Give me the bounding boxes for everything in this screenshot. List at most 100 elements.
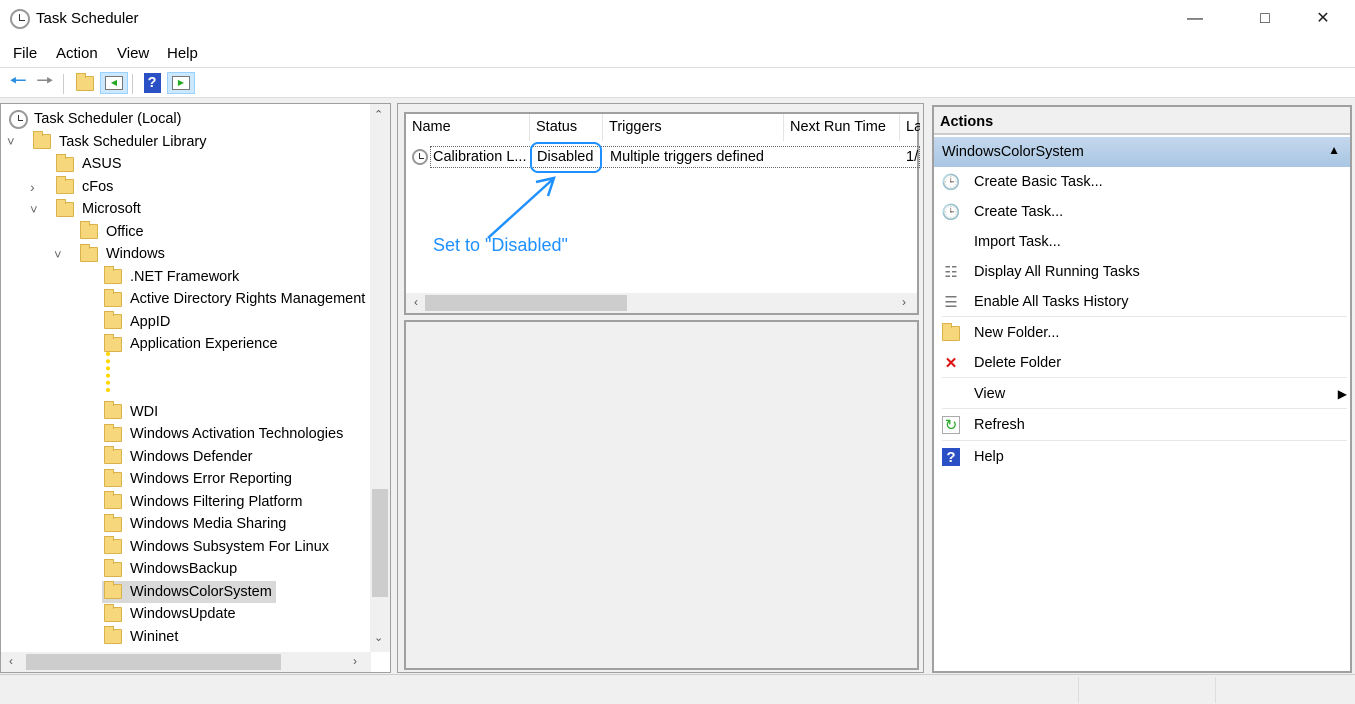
tree-gap bbox=[102, 351, 110, 392]
task-list-scroll-thumb[interactable] bbox=[425, 295, 627, 311]
action-import-task[interactable]: Import Task... bbox=[942, 227, 1347, 257]
tree-item[interactable]: ASUS bbox=[54, 153, 126, 175]
tree-vertical-scroll-thumb[interactable] bbox=[372, 489, 388, 597]
action-create-task[interactable]: 🕒 Create Task... bbox=[942, 197, 1347, 227]
history-icon: ☰ bbox=[944, 294, 958, 311]
tree-item[interactable]: Windows Media Sharing bbox=[102, 513, 290, 535]
action-label: Help bbox=[974, 449, 1004, 465]
actions-list: 🕒 Create Basic Task... 🕒 Create Task... Impo… bbox=[934, 167, 1350, 667]
new-folder-icon bbox=[942, 322, 960, 342]
divider bbox=[942, 316, 1347, 317]
tree-vertical-scrollbar[interactable]: ⌃ ⌄ bbox=[370, 104, 390, 652]
menu-action[interactable]: Action bbox=[56, 45, 98, 62]
tree-item[interactable]: WindowsBackup bbox=[102, 558, 241, 580]
column-header-last-run[interactable]: La bbox=[900, 114, 920, 141]
blank-icon bbox=[942, 233, 960, 251]
create-task-icon: 🕒 bbox=[941, 204, 961, 221]
menu-view[interactable]: View bbox=[117, 45, 149, 62]
collapse-triangle-icon[interactable]: ▲ bbox=[1328, 143, 1340, 157]
help-icon: ? bbox=[942, 448, 960, 466]
tree-item[interactable]: .NET Framework bbox=[102, 266, 243, 288]
tree-item-label: Windows Error Reporting bbox=[130, 471, 292, 487]
tree-item[interactable]: Wininet bbox=[102, 626, 182, 648]
submenu-arrow-icon: ▶ bbox=[1337, 387, 1347, 401]
task-list-horizontal-scrollbar[interactable]: ‹ › bbox=[406, 293, 917, 313]
tree-item-label: .NET Framework bbox=[130, 268, 240, 285]
tree-item-label: Office bbox=[106, 223, 144, 240]
action-label: New Folder... bbox=[974, 325, 1060, 341]
tree-item-label: AppID bbox=[130, 313, 171, 330]
up-folder-icon[interactable] bbox=[73, 72, 97, 94]
annotation-arrow-icon bbox=[487, 176, 556, 239]
show-hide-action-pane-icon[interactable]: ▶ bbox=[167, 72, 195, 94]
minimize-button[interactable]: — bbox=[1172, 0, 1218, 38]
tree-item[interactable]: Windows Subsystem For Linux bbox=[102, 536, 333, 558]
expand-open-chevron-icon[interactable]: ˅ bbox=[7, 134, 15, 149]
folder-icon bbox=[104, 311, 122, 329]
task-clock-icon bbox=[412, 149, 428, 165]
expand-closed-chevron-icon[interactable]: › bbox=[30, 179, 35, 195]
forward-arrow-icon[interactable]: 🠖 bbox=[33, 70, 57, 94]
action-refresh[interactable]: ↻ Refresh bbox=[942, 410, 1347, 440]
tree-item[interactable]: Active Directory Rights Management bbox=[102, 288, 369, 310]
tree-item[interactable]: WindowsUpdate bbox=[102, 603, 240, 625]
tree-item[interactable]: Task Scheduler (Local) bbox=[7, 108, 186, 130]
tree-item[interactable]: Windows Filtering Platform bbox=[102, 491, 306, 513]
tree-item[interactable]: Windows Defender bbox=[102, 446, 257, 468]
folder-icon bbox=[104, 491, 122, 509]
folder-icon bbox=[80, 243, 98, 262]
column-header-name[interactable]: Name bbox=[406, 114, 530, 141]
tree-item[interactable]: ˅ Windows bbox=[54, 243, 169, 265]
tree-item[interactable]: ˅ Task Scheduler Library bbox=[7, 131, 211, 153]
back-arrow-icon[interactable]: 🠔 bbox=[6, 70, 30, 94]
task-triggers: Multiple triggers defined bbox=[610, 149, 764, 165]
center-pane: Name Status Triggers Next Run Time La Ca… bbox=[397, 103, 924, 673]
action-create-basic-task[interactable]: 🕒 Create Basic Task... bbox=[942, 167, 1347, 197]
column-header-next-run-time[interactable]: Next Run Time bbox=[784, 114, 900, 141]
tree-item-label: Windows Subsystem For Linux bbox=[130, 538, 330, 555]
help-icon[interactable]: ? bbox=[140, 72, 164, 94]
folder-icon bbox=[80, 221, 98, 239]
expand-open-chevron-icon[interactable]: ˅ bbox=[54, 247, 62, 262]
action-enable-all-tasks-history[interactable]: ☰ Enable All Tasks History bbox=[942, 287, 1347, 317]
tree-item[interactable]: WindowsColorSystem bbox=[102, 580, 276, 603]
action-help[interactable]: ? Help bbox=[942, 442, 1347, 472]
tree-horizontal-scrollbar[interactable]: ‹ › bbox=[1, 652, 371, 672]
divider bbox=[942, 440, 1347, 441]
action-new-folder[interactable]: New Folder... bbox=[942, 318, 1347, 348]
tree-item[interactable]: Windows Activation Technologies bbox=[102, 423, 347, 445]
tree-item-label: Windows Activation Technologies bbox=[130, 426, 344, 442]
maximize-button[interactable]: □ bbox=[1242, 0, 1288, 38]
action-view[interactable]: View ▶ bbox=[942, 379, 1347, 409]
tree-item[interactable]: ˅ Microsoft bbox=[30, 198, 145, 220]
tree-item[interactable]: Application Experience bbox=[102, 333, 282, 355]
column-header-status[interactable]: Status bbox=[530, 114, 603, 141]
actions-section-header[interactable]: WindowsColorSystem ▲ bbox=[934, 137, 1350, 167]
tree-item[interactable]: Windows Error Reporting bbox=[102, 468, 296, 490]
clock-folder-icon bbox=[33, 131, 51, 149]
menu-file[interactable]: File bbox=[13, 45, 37, 62]
tree-item[interactable]: WDI bbox=[102, 401, 162, 423]
tree-item-label: Windows Media Sharing bbox=[130, 516, 287, 532]
task-row[interactable]: Calibration L... Disabled Multiple trigg… bbox=[406, 146, 920, 168]
action-display-all-running-tasks[interactable]: ☷ Display All Running Tasks bbox=[942, 257, 1347, 287]
tree-item-label: Windows Defender bbox=[130, 448, 253, 465]
folder-icon bbox=[104, 626, 122, 644]
column-header-triggers[interactable]: Triggers bbox=[603, 114, 784, 141]
tree-item[interactable]: › cFos bbox=[30, 176, 117, 198]
folder-icon bbox=[56, 198, 74, 217]
window-title: Task Scheduler bbox=[36, 10, 139, 27]
close-button[interactable]: ✕ bbox=[1300, 0, 1346, 38]
folder-icon bbox=[104, 423, 122, 442]
task-last-run: 1/ bbox=[906, 149, 919, 165]
menu-help[interactable]: Help bbox=[167, 45, 198, 62]
action-delete-folder[interactable]: ✕ Delete Folder bbox=[942, 348, 1347, 378]
running-tasks-icon: ☷ bbox=[944, 264, 958, 281]
tree-horizontal-scroll-thumb[interactable] bbox=[26, 654, 281, 670]
tree-item-label: Application Experience bbox=[130, 336, 278, 352]
expand-open-chevron-icon[interactable]: ˅ bbox=[30, 202, 38, 217]
tree-item[interactable]: AppID bbox=[102, 311, 174, 333]
show-hide-console-tree-icon[interactable]: ◀ bbox=[100, 72, 128, 94]
delete-icon: ✕ bbox=[944, 355, 958, 372]
tree-item[interactable]: Office bbox=[78, 221, 148, 243]
